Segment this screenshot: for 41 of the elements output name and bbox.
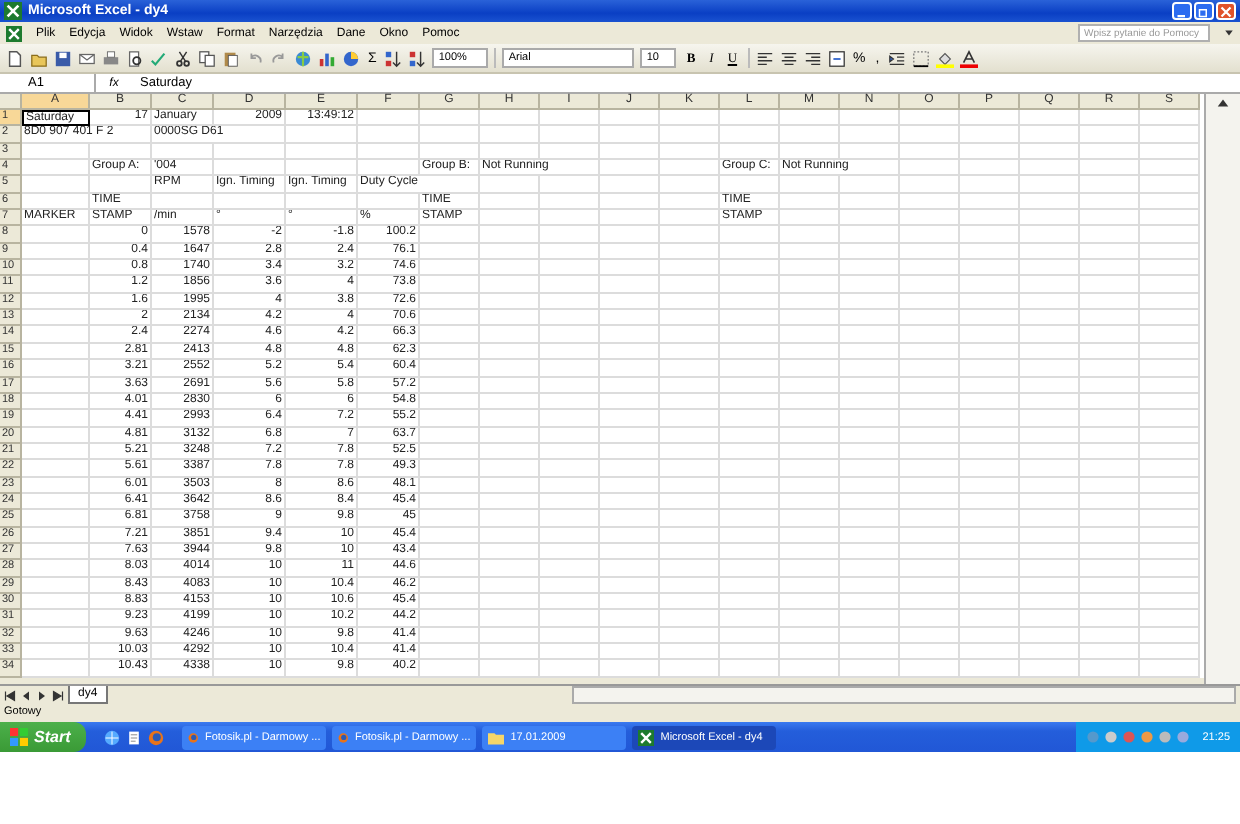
globe-icon[interactable] xyxy=(294,49,312,67)
first-sheet-icon[interactable] xyxy=(4,689,16,701)
spreadsheet-icon xyxy=(638,729,655,745)
save-icon[interactable] xyxy=(54,49,72,67)
envelope-icon[interactable] xyxy=(78,49,96,67)
align-icon[interactable] xyxy=(779,49,798,67)
check-icon[interactable] xyxy=(150,49,168,67)
document-icon[interactable] xyxy=(126,729,143,745)
print-icon[interactable] xyxy=(102,49,120,67)
fill-color-icon[interactable] xyxy=(935,49,954,67)
restore-button[interactable] xyxy=(1194,2,1214,20)
sort-ascending-icon[interactable] xyxy=(384,49,403,67)
horizontal-scrollbar[interactable] xyxy=(571,686,1236,704)
paste-icon[interactable] xyxy=(222,49,240,67)
indent-icon[interactable] xyxy=(887,49,906,67)
last-sheet-icon[interactable] xyxy=(52,689,64,701)
border-icon[interactable] xyxy=(911,49,930,67)
vertical-scrollbar[interactable] xyxy=(1204,94,1240,684)
sort-descending-icon[interactable] xyxy=(408,49,427,67)
font-color-icon[interactable] xyxy=(959,49,978,67)
open-folder-icon[interactable] xyxy=(30,49,48,67)
close-button[interactable] xyxy=(1216,2,1236,20)
windows-flag-icon xyxy=(10,728,28,746)
fox-globe-icon xyxy=(188,729,199,745)
align-icon[interactable] xyxy=(803,49,822,67)
new-file-icon[interactable] xyxy=(6,49,24,67)
spreadsheet-icon xyxy=(4,2,22,20)
caret-icon[interactable] xyxy=(1224,28,1234,38)
spreadsheet-icon xyxy=(6,25,22,41)
folder-icon xyxy=(488,729,505,745)
fox-globe-icon xyxy=(338,729,349,745)
bar-chart-icon[interactable] xyxy=(318,49,336,67)
copy-icon[interactable] xyxy=(198,49,216,67)
restore-icon xyxy=(1198,5,1210,17)
cut-icon[interactable] xyxy=(174,49,192,67)
close-icon xyxy=(1220,5,1232,17)
align-icon[interactable] xyxy=(755,49,774,67)
merge-cells-icon[interactable] xyxy=(827,49,846,67)
preview-icon[interactable] xyxy=(126,49,144,67)
minimize-button[interactable] xyxy=(1172,2,1192,20)
pie-chart-icon[interactable] xyxy=(342,49,360,67)
